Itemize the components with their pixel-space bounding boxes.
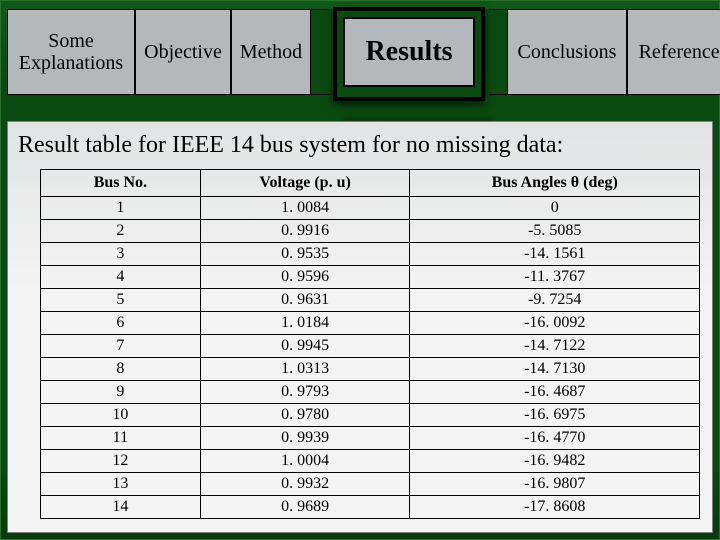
table-row: 130. 9932-16. 9807	[41, 473, 700, 496]
content-title: Result table for IEEE 14 bus system for …	[18, 132, 704, 159]
tab-label: Some Explanations	[19, 30, 123, 74]
table-cell: -14. 7130	[410, 358, 700, 381]
table-row: 121. 0004-16. 9482	[41, 450, 700, 473]
table-cell: 0. 9631	[200, 289, 410, 312]
tab-conclusions[interactable]: Conclusions	[507, 9, 627, 95]
table-cell: 1. 0184	[200, 312, 410, 335]
table-cell: -9. 7254	[410, 289, 700, 312]
tab-gap	[311, 9, 329, 95]
table-cell: 0. 9939	[200, 427, 410, 450]
table-cell: 1. 0313	[200, 358, 410, 381]
table-cell: 3	[41, 243, 201, 266]
table-cell: 10	[41, 404, 201, 427]
table-header-cell: Bus No.	[41, 170, 201, 197]
tab-label: References	[639, 41, 720, 63]
table-cell: 0. 9535	[200, 243, 410, 266]
tab-active-inner: Results	[343, 17, 475, 87]
table-cell: -16. 0092	[410, 312, 700, 335]
table-row: 30. 9535-14. 1561	[41, 243, 700, 266]
table-cell: 0. 9932	[200, 473, 410, 496]
table-cell: 14	[41, 496, 201, 519]
table-cell: 1. 0084	[200, 197, 410, 220]
table-row: 40. 9596-11. 3767	[41, 266, 700, 289]
table-cell: -17. 8608	[410, 496, 700, 519]
table-cell: -14. 7122	[410, 335, 700, 358]
tab-label: Method	[240, 41, 302, 63]
table-row: 100. 9780-16. 6975	[41, 404, 700, 427]
table-row: 11. 00840	[41, 197, 700, 220]
table-header-cell: Voltage (p. u)	[200, 170, 410, 197]
table-cell: 7	[41, 335, 201, 358]
table-header-row: Bus No. Voltage (p. u) Bus Angles θ (deg…	[41, 170, 700, 197]
table-cell: 4	[41, 266, 201, 289]
table-cell: -16. 9482	[410, 450, 700, 473]
table-cell: -16. 4770	[410, 427, 700, 450]
tab-label: Objective	[144, 41, 222, 63]
table-cell: 0. 9793	[200, 381, 410, 404]
tab-method[interactable]: Method	[231, 9, 311, 95]
table-cell: 11	[41, 427, 201, 450]
table-cell: -14. 1561	[410, 243, 700, 266]
tab-some-explanations[interactable]: Some Explanations	[7, 9, 135, 95]
table-cell: 0	[410, 197, 700, 220]
table-cell: 9	[41, 381, 201, 404]
table-cell: -16. 9807	[410, 473, 700, 496]
table-row: 110. 9939-16. 4770	[41, 427, 700, 450]
table-cell: -16. 6975	[410, 404, 700, 427]
tab-references[interactable]: References	[627, 9, 720, 95]
slide: Some Explanations Objective Method Resul…	[0, 0, 720, 540]
table-cell: 0. 9916	[200, 220, 410, 243]
tab-results[interactable]: Results	[329, 9, 489, 95]
table-cell: -11. 3767	[410, 266, 700, 289]
tab-gap	[489, 9, 507, 95]
table-cell: 8	[41, 358, 201, 381]
tab-bar: Some Explanations Objective Method Resul…	[7, 9, 720, 95]
tab-objective[interactable]: Objective	[135, 9, 231, 95]
content-area: Result table for IEEE 14 bus system for …	[7, 121, 713, 533]
table-row: 90. 9793-16. 4687	[41, 381, 700, 404]
table-cell: 12	[41, 450, 201, 473]
table-row: 70. 9945-14. 7122	[41, 335, 700, 358]
table-cell: 6	[41, 312, 201, 335]
table-cell: 1. 0004	[200, 450, 410, 473]
table-cell: 0. 9945	[200, 335, 410, 358]
table-cell: 1	[41, 197, 201, 220]
table-cell: 0. 9596	[200, 266, 410, 289]
table-cell: -16. 4687	[410, 381, 700, 404]
table-row: 140. 9689-17. 8608	[41, 496, 700, 519]
table-row: 81. 0313-14. 7130	[41, 358, 700, 381]
result-table: Bus No. Voltage (p. u) Bus Angles θ (deg…	[40, 169, 700, 519]
table-header-cell: Bus Angles θ (deg)	[410, 170, 700, 197]
table-row: 20. 9916-5. 5085	[41, 220, 700, 243]
tab-label: Results	[365, 36, 452, 68]
table-cell: 0. 9780	[200, 404, 410, 427]
table-row: 61. 0184-16. 0092	[41, 312, 700, 335]
table-cell: 5	[41, 289, 201, 312]
table-body: 11. 0084020. 9916-5. 508530. 9535-14. 15…	[41, 197, 700, 519]
tab-label: Conclusions	[518, 41, 617, 63]
table-row: 50. 9631-9. 7254	[41, 289, 700, 312]
table-cell: 2	[41, 220, 201, 243]
table-cell: -5. 5085	[410, 220, 700, 243]
table-cell: 0. 9689	[200, 496, 410, 519]
table-cell: 13	[41, 473, 201, 496]
